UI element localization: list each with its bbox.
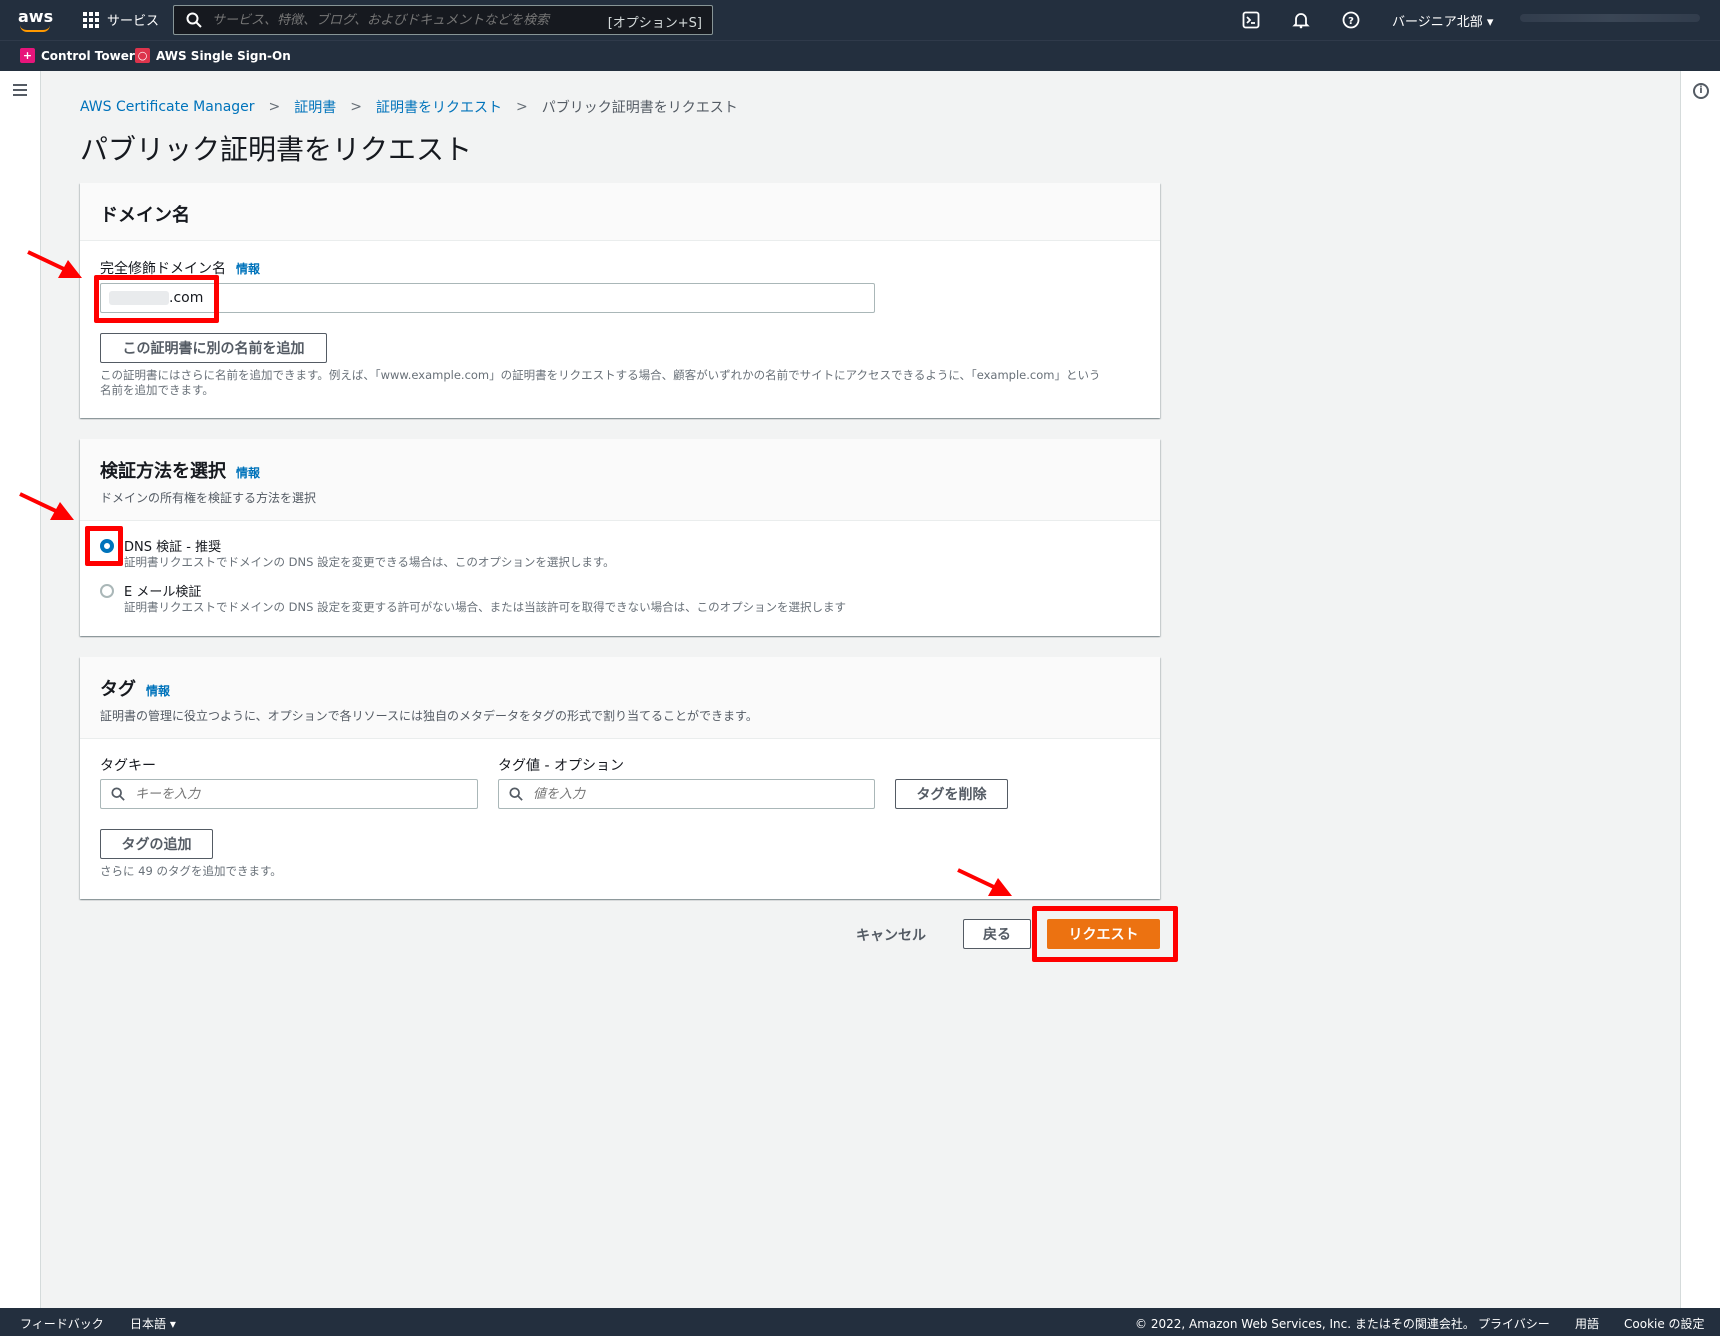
global-search-input[interactable] (212, 12, 602, 28)
search-icon (509, 787, 523, 801)
tag-key-field[interactable] (100, 779, 478, 809)
bell-icon[interactable] (1292, 11, 1310, 29)
annotation-arrow-icon (27, 250, 82, 278)
annotation-arrow-icon (957, 868, 1012, 896)
panel-header: ドメイン名 (80, 183, 1160, 241)
chevron-right-icon: > (350, 99, 362, 115)
search-icon (111, 787, 125, 801)
info-icon[interactable]: i (1693, 83, 1709, 99)
email-validation-radio[interactable] (100, 584, 114, 598)
tag-value-label: タグ値 - オプション (498, 758, 624, 774)
favorite-label: AWS Single Sign-On (156, 48, 291, 63)
aws-smile-icon (20, 25, 50, 32)
console-footer: フィードバック 日本語 ▾ © 2022, Amazon Web Service… (0, 1308, 1720, 1336)
chevron-right-icon: > (268, 99, 281, 115)
annotation-highlight-request (1032, 906, 1178, 962)
aws-logo-text: aws (18, 7, 54, 26)
add-name-hint: この証明書にはさらに名前を追加できます。例えば、「www.example.com… (100, 368, 1140, 398)
search-shortcut-hint: [オプション+S] (607, 16, 702, 31)
favorite-label: Control Tower (41, 48, 135, 63)
back-button[interactable]: 戻る (963, 919, 1031, 949)
favorite-aws-sso[interactable]: ○ AWS Single Sign-On (135, 48, 291, 63)
help-icon[interactable]: ? (1342, 11, 1360, 29)
services-menu-button[interactable]: サービス (83, 10, 159, 29)
tag-value-input[interactable] (533, 786, 853, 802)
feedback-link[interactable]: フィードバック (20, 1315, 104, 1332)
annotation-arrow-icon (19, 492, 74, 520)
tools-panel-rail: i (1680, 71, 1720, 1308)
top-nav-primary-row: aws サービス [オプション+S] ? バージニア北部 ▾ (0, 0, 1720, 40)
control-tower-icon: + (20, 48, 35, 63)
breadcrumb-request[interactable]: 証明書をリクエスト (376, 97, 502, 117)
add-tag-button[interactable]: タグの追加 (100, 829, 213, 859)
favorite-control-tower[interactable]: + Control Tower (20, 48, 135, 63)
panel-title: ドメイン名 (100, 205, 190, 226)
privacy-link[interactable]: プライバシー (1478, 1315, 1550, 1332)
breadcrumb-current: パブリック証明書をリクエスト (541, 100, 738, 116)
breadcrumb: AWS Certificate Manager > 証明書 > 証明書をリクエス… (80, 97, 738, 117)
dns-validation-description: 証明書リクエストでドメインの DNS 設定を変更できる場合は、このオプションを選… (124, 555, 615, 569)
tag-value-field[interactable] (498, 779, 875, 809)
global-search[interactable]: [オプション+S] (173, 5, 713, 35)
tag-key-label: タグキー (100, 758, 156, 774)
hint-line: 名前を追加できます。 (100, 383, 214, 397)
hint-line: この証明書にはさらに名前を追加できます。例えば、「www.example.com… (100, 368, 1101, 382)
menu-icon[interactable] (13, 84, 27, 96)
grid-icon (83, 11, 99, 28)
remove-tag-button[interactable]: タグを削除 (895, 779, 1008, 809)
email-validation-description: 証明書リクエストでドメインの DNS 設定を変更する許可がない場合、または当該許… (124, 600, 847, 614)
sso-icon: ○ (135, 48, 150, 63)
chevron-right-icon: > (516, 99, 528, 115)
region-selector[interactable]: バージニア北部 ▾ (1392, 11, 1493, 30)
validation-method-panel: 検証方法を選択 情報 ドメインの所有権を検証する方法を選択 DNS 検証 - 推奨… (80, 439, 1160, 636)
panel-header: タグ 情報 証明書の管理に役立つように、オプションで各リソースには独自のメタデータ… (80, 657, 1160, 739)
cloudshell-icon[interactable] (1242, 11, 1260, 29)
language-selector[interactable]: 日本語 ▾ (130, 1315, 176, 1332)
search-icon (186, 12, 202, 28)
services-label: サービス (107, 14, 160, 29)
info-link[interactable]: 情報 (236, 262, 260, 276)
aws-logo[interactable]: aws (18, 7, 54, 33)
breadcrumb-certificates[interactable]: 証明書 (294, 97, 336, 117)
panel-title: 検証方法を選択 (100, 461, 226, 482)
cancel-button[interactable]: キャンセル (856, 925, 926, 945)
info-link[interactable]: 情報 (146, 684, 170, 698)
breadcrumb-acm[interactable]: AWS Certificate Manager (80, 99, 255, 115)
favorites-bar: + Control Tower ○ AWS Single Sign-On (0, 40, 1720, 71)
annotation-highlight-fqdn (94, 275, 219, 323)
remaining-tags-hint: さらに 49 のタグを追加できます。 (100, 864, 282, 878)
panel-description: 証明書の管理に役立つように、オプションで各リソースには独自のメタデータをタグの形… (100, 709, 758, 723)
add-another-name-button[interactable]: この証明書に別の名前を追加 (100, 333, 327, 363)
panel-title: タグ (100, 679, 136, 700)
info-link[interactable]: 情報 (236, 466, 260, 480)
terms-link[interactable]: 用語 (1575, 1315, 1599, 1332)
domain-name-panel: ドメイン名 完全修飾ドメイン名 情報 .com この証明書に別の名前を追加 この証… (80, 183, 1160, 418)
tag-key-input[interactable] (135, 786, 455, 802)
account-menu-redacted[interactable] (1520, 14, 1700, 22)
annotation-highlight-dns-radio (85, 526, 123, 566)
copyright-text: © 2022, Amazon Web Services, Inc. またはその関… (1135, 1317, 1475, 1331)
email-validation-label[interactable]: E メール検証 (124, 581, 201, 600)
panel-description: ドメインの所有権を検証する方法を選択 (100, 491, 317, 505)
tags-panel: タグ 情報 証明書の管理に役立つように、オプションで各リソースには独自のメタデータ… (80, 657, 1160, 899)
top-navigation: aws サービス [オプション+S] ? バージニア北部 ▾ + Control… (0, 0, 1720, 71)
page-title: パブリック証明書をリクエスト (80, 133, 473, 166)
cookie-settings-link[interactable]: Cookie の設定 (1624, 1315, 1705, 1332)
panel-header: 検証方法を選択 情報 ドメインの所有権を検証する方法を選択 (80, 439, 1160, 521)
svg-text:?: ? (1348, 16, 1354, 27)
dns-validation-label[interactable]: DNS 検証 - 推奨 (124, 536, 221, 555)
